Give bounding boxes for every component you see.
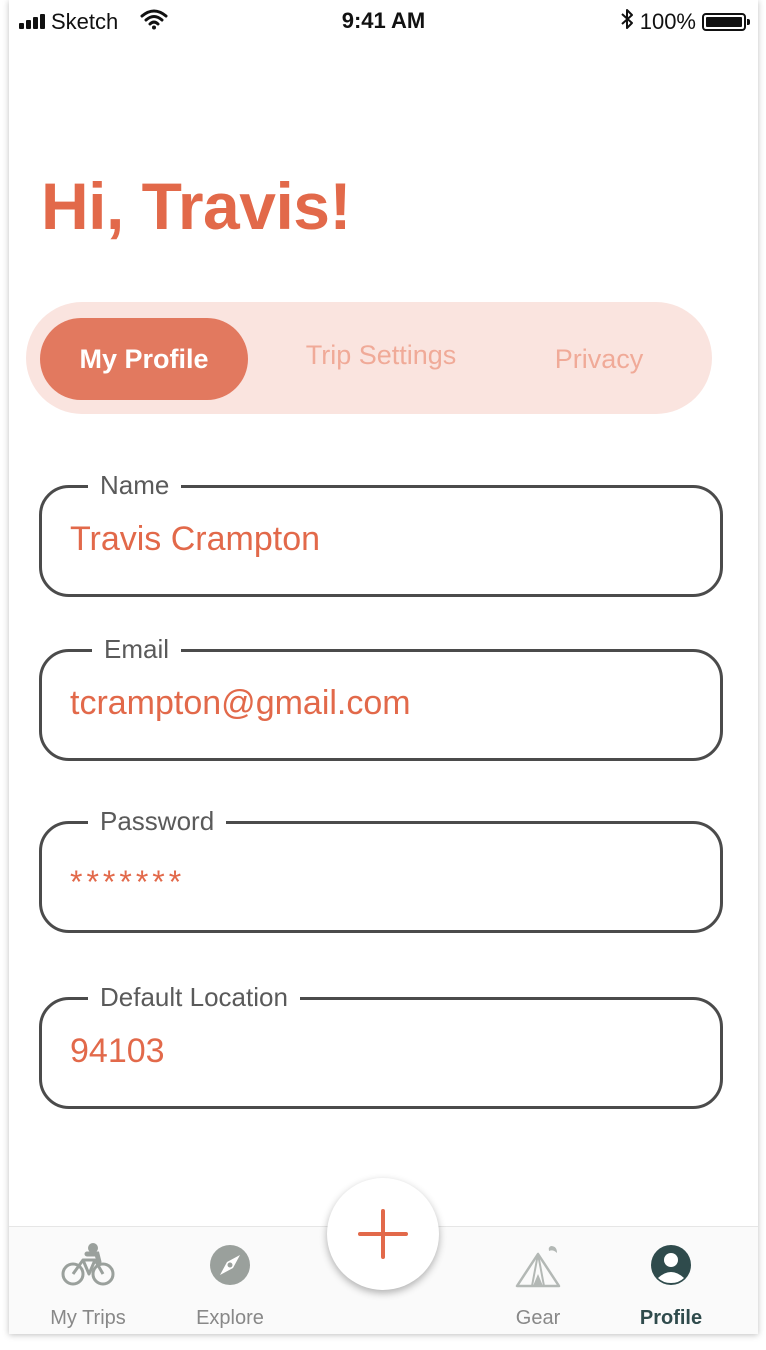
battery-percent: 100% xyxy=(639,8,696,34)
nav-item-gear[interactable]: Gear xyxy=(473,1241,603,1330)
nav-label-explore: Explore xyxy=(196,1307,264,1329)
nav-item-my-trips[interactable]: My Trips xyxy=(23,1241,153,1330)
bicycle-icon xyxy=(23,1241,153,1289)
phone-screen: Sketch 9:41 AM 100% Hi, Travis! My Profi… xyxy=(9,0,758,1334)
nav-item-profile[interactable]: Profile xyxy=(606,1241,736,1330)
name-field-label: Name xyxy=(88,467,182,503)
status-right: 100% xyxy=(620,8,750,35)
greeting-title: Hi, Travis! xyxy=(41,169,351,243)
email-field-value[interactable]: tcrampton@gmail.com xyxy=(70,684,411,723)
email-field-label: Email xyxy=(92,631,182,667)
password-field-label: Password xyxy=(88,803,227,839)
password-field-value[interactable]: ******* xyxy=(70,864,185,901)
name-field-value[interactable]: Travis Crampton xyxy=(70,520,320,559)
battery-icon xyxy=(702,12,750,31)
add-trip-button[interactable] xyxy=(327,1178,439,1290)
nav-label-profile: Profile xyxy=(639,1307,703,1329)
profile-tabs: My Profile Trip Settings Privacy xyxy=(26,302,712,414)
name-field[interactable]: Name Travis Crampton xyxy=(39,467,723,597)
password-field[interactable]: Password ******* xyxy=(39,803,723,933)
compass-icon xyxy=(165,1241,295,1289)
default-location-field-value[interactable]: 94103 xyxy=(70,1032,165,1071)
bluetooth-icon xyxy=(620,8,634,35)
tab-privacy[interactable]: Privacy xyxy=(526,318,672,400)
tab-my-profile[interactable]: My Profile xyxy=(40,318,248,400)
default-location-field-label: Default Location xyxy=(88,979,300,1015)
plus-icon xyxy=(358,1209,408,1259)
nav-item-explore[interactable]: Explore xyxy=(165,1241,295,1330)
nav-label-gear: Gear xyxy=(515,1307,561,1329)
tab-trip-settings[interactable]: Trip Settings xyxy=(294,314,468,396)
nav-label-my-trips: My Trips xyxy=(50,1307,126,1329)
status-bar: Sketch 9:41 AM 100% xyxy=(9,0,758,44)
tent-icon xyxy=(473,1241,603,1289)
email-field[interactable]: Email tcrampton@gmail.com xyxy=(39,631,723,761)
default-location-field[interactable]: Default Location 94103 xyxy=(39,979,723,1109)
user-circle-icon xyxy=(606,1241,736,1289)
